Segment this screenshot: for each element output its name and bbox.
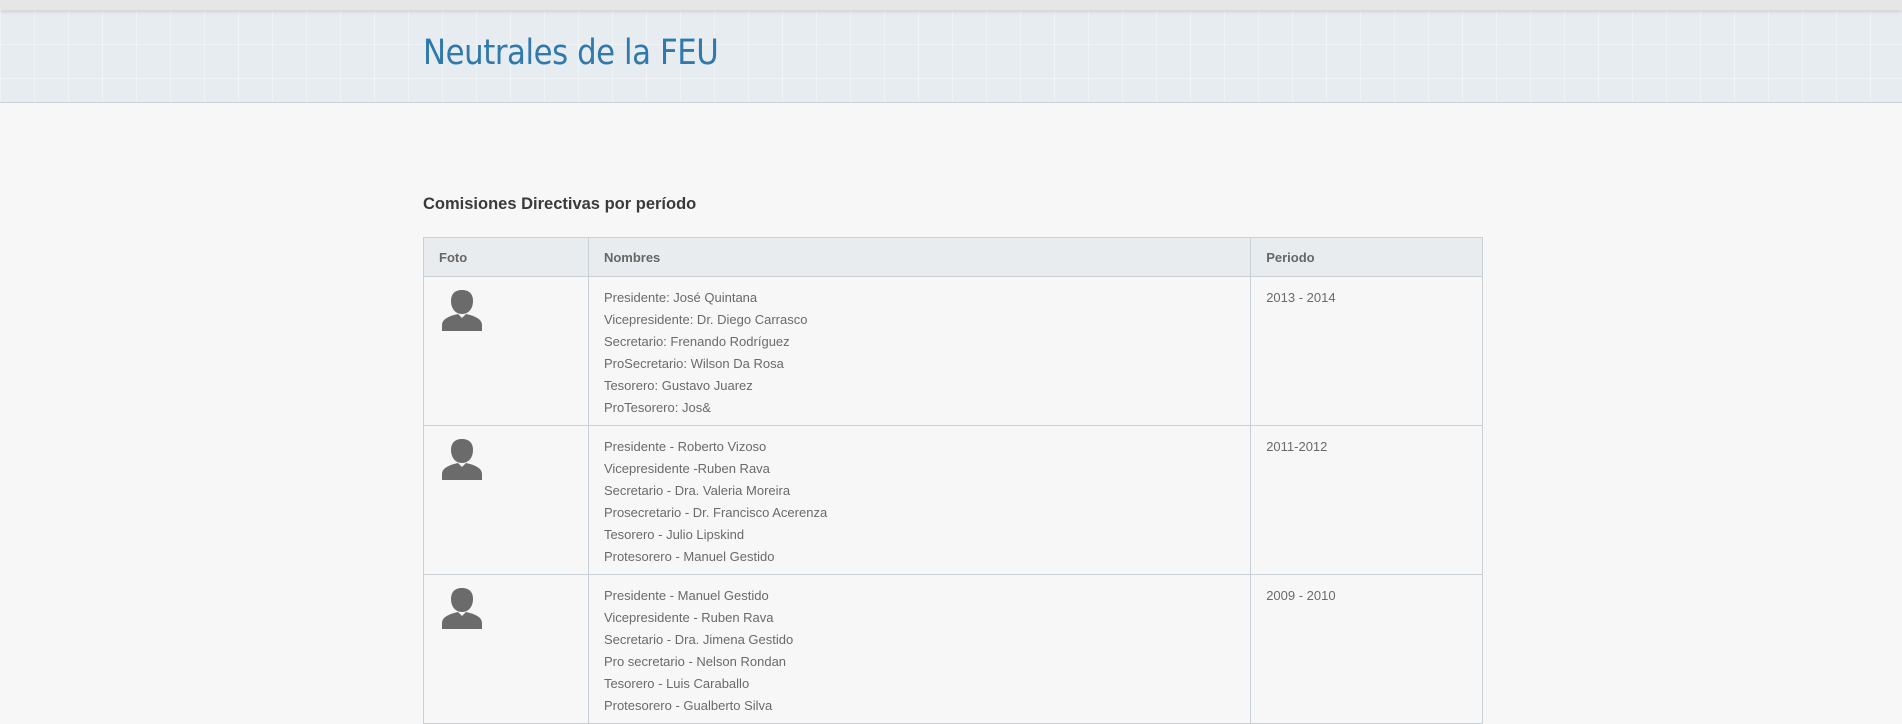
list-item: Protesorero - Manuel Gestido xyxy=(603,549,775,564)
list-item: Vicepresidente: Dr. Diego Carrasco xyxy=(603,312,808,327)
period-text: 2011-2012 xyxy=(1266,439,1328,454)
list-item: ProTesorero: Jos& xyxy=(603,400,711,415)
period-cell: 2011-2012 xyxy=(1250,425,1483,575)
list-item: Vicepresidente -Ruben Rava xyxy=(603,461,770,476)
list-item: Prosecretario - Dr. Francisco Acerenza xyxy=(603,505,828,520)
column-header-nombres: Nombres xyxy=(587,237,1252,277)
list-item: Pro secretario - Nelson Rondan xyxy=(603,654,787,669)
list-item: ProSecretario: Wilson Da Rosa xyxy=(603,356,784,371)
user-silhouette-icon xyxy=(442,290,482,331)
names-list: Presidente - Roberto Vizoso Vicepresiden… xyxy=(604,436,1250,568)
column-header-periodo: Periodo xyxy=(1250,237,1483,277)
period-cell: 2009 - 2010 xyxy=(1250,574,1483,724)
names-cell: Presidente - Roberto Vizoso Vicepresiden… xyxy=(587,425,1252,575)
names-list: Presidente: José Quintana Vicepresidente… xyxy=(604,287,1250,419)
comisiones-table: Foto Nombres Periodo Presidente: José Qu… xyxy=(423,237,1483,724)
period-text: 2009 - 2010 xyxy=(1266,588,1336,603)
list-item: Secretario: Frenando Rodríguez xyxy=(603,334,790,349)
names-cell: Presidente: José Quintana Vicepresidente… xyxy=(587,276,1252,426)
page-header: Neutrales de la FEU xyxy=(0,10,1902,103)
list-item: Protesorero - Gualberto Silva xyxy=(603,698,773,713)
list-item: Presidente - Manuel Gestido xyxy=(603,588,769,603)
user-silhouette-icon xyxy=(442,588,482,629)
names-cell: Presidente - Manuel Gestido Vicepresiden… xyxy=(587,574,1252,724)
table-header-row: Foto Nombres Periodo xyxy=(423,237,1483,277)
list-item: Vicepresidente - Ruben Rava xyxy=(603,610,774,625)
column-header-foto: Foto xyxy=(423,237,589,277)
period-text: 2013 - 2014 xyxy=(1266,290,1336,305)
table-row: Presidente - Manuel Gestido Vicepresiden… xyxy=(423,574,1483,724)
list-item: Secretario - Dra. Valeria Moreira xyxy=(603,483,791,498)
list-item: Presidente: José Quintana xyxy=(603,290,758,305)
names-list: Presidente - Manuel Gestido Vicepresiden… xyxy=(604,585,1250,717)
photo-cell xyxy=(423,276,589,426)
list-item: Presidente - Roberto Vizoso xyxy=(603,439,767,454)
list-item: Tesorero: Gustavo Juarez xyxy=(603,378,753,393)
table-row: Presidente - Roberto Vizoso Vicepresiden… xyxy=(423,425,1483,575)
photo-cell xyxy=(423,425,589,575)
user-silhouette-icon xyxy=(442,439,482,480)
list-item: Secretario - Dra. Jimena Gestido xyxy=(603,632,794,647)
table-row: Presidente: José Quintana Vicepresidente… xyxy=(423,276,1483,426)
list-item: Tesorero - Julio Lipskind xyxy=(603,527,745,542)
section-heading: Comisiones Directivas por período xyxy=(423,195,697,213)
list-item: Tesorero - Luis Caraballo xyxy=(603,676,750,691)
photo-cell xyxy=(423,574,589,724)
top-navbar xyxy=(0,0,1902,10)
period-cell: 2013 - 2014 xyxy=(1250,276,1483,426)
page-title: Neutrales de la FEU xyxy=(423,33,719,73)
